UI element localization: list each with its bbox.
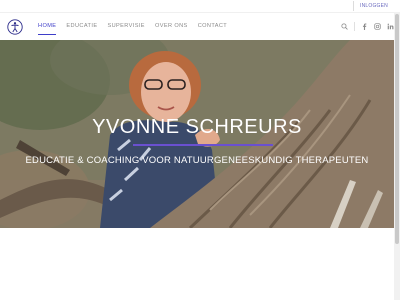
icon-divider xyxy=(354,22,355,31)
nav-educatie[interactable]: EDUCATIE xyxy=(66,22,97,30)
login-link[interactable]: INLOGGEN xyxy=(353,1,394,11)
linkedin-icon[interactable] xyxy=(387,23,394,30)
nav-supervisie[interactable]: SUPERVISIE xyxy=(107,22,144,30)
search-icon[interactable] xyxy=(341,23,348,30)
person-figure-logo[interactable] xyxy=(7,19,23,35)
nav-home[interactable]: HOME xyxy=(38,22,57,35)
facebook-icon[interactable] xyxy=(361,23,368,30)
site-header: HOME EDUCATIE SUPERVISIE OVER ONS CONTAC… xyxy=(0,12,400,41)
main-nav: HOME EDUCATIE SUPERVISIE OVER ONS CONTAC… xyxy=(38,22,237,35)
page-content xyxy=(0,228,394,300)
hero-divider xyxy=(133,144,273,146)
scrollbar-thumb[interactable] xyxy=(395,14,399,244)
hero-title: YVONNE SCHREURS xyxy=(92,116,302,138)
top-bar: INLOGGEN xyxy=(0,0,400,12)
hero-subtitle: EDUCATIE & COACHING VOOR NATUURGENEESKUN… xyxy=(25,155,369,166)
nav-contact[interactable]: CONTACT xyxy=(198,22,227,30)
nav-over-ons[interactable]: OVER ONS xyxy=(155,22,188,30)
hero-banner: YVONNE SCHREURS EDUCATIE & COACHING VOOR… xyxy=(0,40,394,228)
social-icons xyxy=(341,22,394,31)
instagram-icon[interactable] xyxy=(374,23,381,30)
page-scrollbar[interactable] xyxy=(394,12,400,300)
